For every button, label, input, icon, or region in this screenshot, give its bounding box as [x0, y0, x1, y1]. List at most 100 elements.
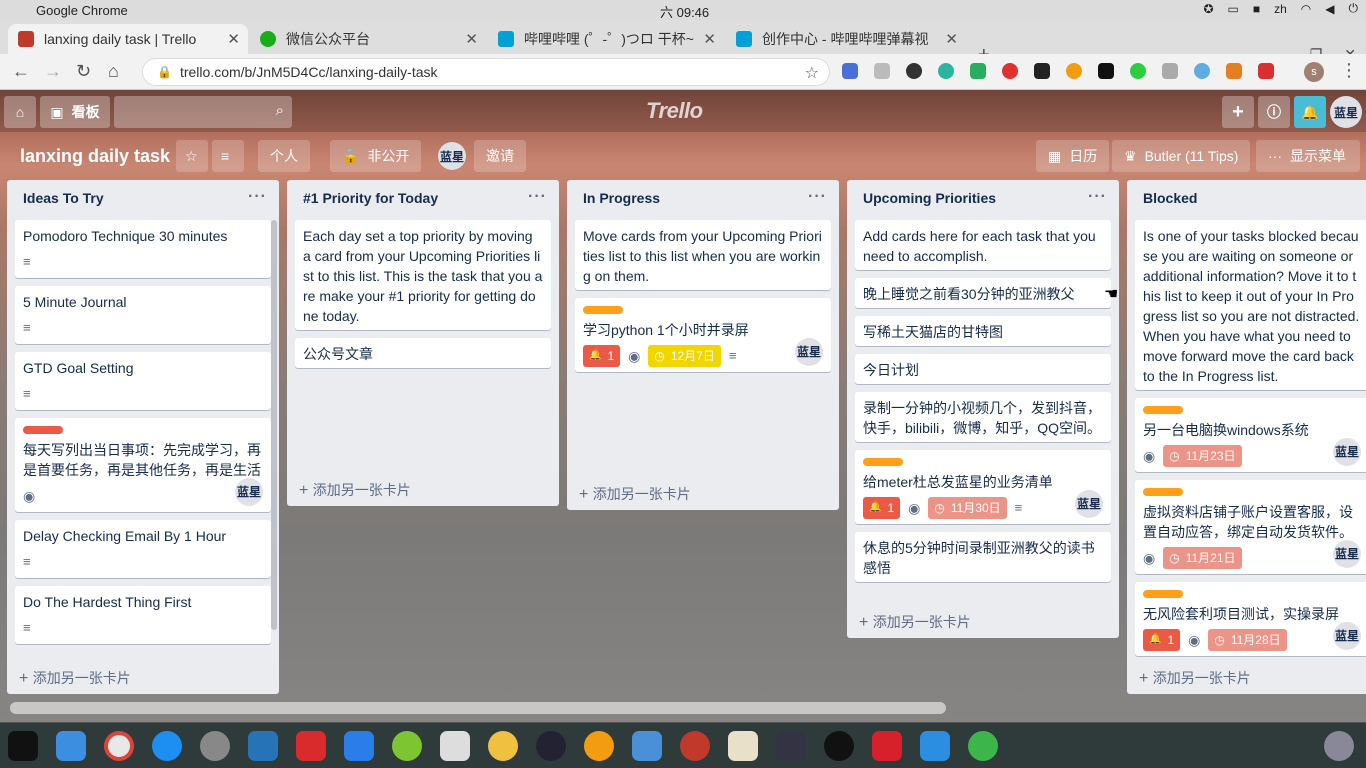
obs-icon[interactable] — [824, 731, 854, 761]
card-title[interactable]: Delay Checking Email By 1 Hour — [23, 526, 263, 546]
card-label[interactable] — [23, 426, 63, 434]
close-tab-icon[interactable]: ✕ — [703, 30, 716, 48]
card-member-avatar[interactable]: 蓝星 — [1333, 438, 1361, 466]
card[interactable]: 无风险套利项目测试，实操录屏 🔔 1 ◉ ◷ 11月28日 蓝星 — [1135, 582, 1366, 656]
list[interactable]: #1 Priority for Today ··· Each day set a t… — [287, 180, 559, 506]
add-card-button[interactable]: + 添加另一张卡片 — [7, 660, 279, 694]
card-title[interactable]: 每天写列出当日事项：先完成学习，再是首要任务，再是其他任务，再是生活 — [23, 440, 263, 480]
lock-icon[interactable]: 🔒 — [157, 65, 172, 79]
openai-extension-icon[interactable] — [938, 63, 954, 79]
due-date-badge[interactable]: ◷ 11月23日 — [1163, 445, 1242, 467]
list-header[interactable]: In Progress ··· — [567, 180, 839, 220]
add-card-button[interactable]: + 添加另一张卡片 — [567, 476, 839, 510]
card-title[interactable]: Move cards from your Upcoming Priorities… — [583, 226, 823, 286]
list[interactable]: In Progress ··· Move cards from your Upcom… — [567, 180, 839, 510]
card-title[interactable]: Do The Hardest Thing First — [23, 592, 263, 612]
bookmark-star-icon[interactable]: ☆ — [805, 63, 819, 83]
adblock-extension-icon[interactable] — [1002, 63, 1018, 79]
search-icon[interactable]: ⌕ — [276, 102, 284, 119]
tool-icon[interactable] — [920, 731, 950, 761]
chrome-icon[interactable] — [104, 731, 134, 761]
home-icon[interactable]: ⌂ — [108, 61, 119, 82]
dark-extension-icon[interactable] — [1034, 63, 1050, 79]
card-title[interactable]: 5 Minute Journal — [23, 292, 263, 312]
m-extension-icon[interactable] — [906, 63, 922, 79]
card-label[interactable] — [863, 458, 903, 466]
app-store-icon[interactable] — [152, 731, 182, 761]
card[interactable]: 晚上睡觉之前看30分钟的亚洲教父 — [855, 278, 1111, 308]
list-title[interactable]: #1 Priority for Today — [303, 190, 438, 206]
user-avatar[interactable]: 蓝星 — [1330, 96, 1362, 128]
card-title[interactable]: 今日计划 — [863, 360, 1103, 380]
media-player-icon[interactable] — [584, 731, 614, 761]
translate-extension-icon[interactable] — [842, 63, 858, 79]
card-member-avatar[interactable]: 蓝星 — [1075, 490, 1103, 518]
forward-arrow-icon[interactable]: → — [44, 61, 62, 82]
volume-icon[interactable]: ◀ — [1325, 2, 1334, 16]
card-label[interactable] — [1143, 590, 1183, 598]
star-board-button[interactable]: ☆ — [176, 140, 208, 172]
card-title[interactable]: 虚拟资料店铺子账户设置客服，设置自动应答，绑定自动发货软件。 — [1143, 502, 1361, 542]
tab-bilibili[interactable]: 哔哩哔哩 (゜-゜)つロ 干杯~ ✕ — [488, 24, 724, 54]
card[interactable]: Is one of your tasks blocked because you… — [1135, 220, 1366, 390]
calendar-app-icon[interactable] — [440, 731, 470, 761]
back-arrow-icon[interactable]: ← — [12, 61, 30, 82]
screen-recorder-icon[interactable] — [536, 731, 566, 761]
card-title[interactable]: 晚上睡觉之前看30分钟的亚洲教父 — [863, 284, 1103, 304]
search-input[interactable]: ⌕ — [114, 96, 292, 128]
card-member-avatar[interactable]: 蓝星 — [1333, 622, 1361, 650]
red-extension-icon[interactable] — [1258, 63, 1274, 79]
board-title[interactable]: lanxing daily task — [12, 140, 178, 172]
list-header[interactable]: #1 Priority for Today ··· — [287, 180, 559, 220]
card[interactable]: Move cards from your Upcoming Priorities… — [575, 220, 831, 290]
tab-trello[interactable]: lanxing daily task | Trello ✕ — [8, 24, 248, 54]
list-menu-icon[interactable]: ··· — [248, 188, 267, 206]
notifications-button[interactable]: 🔔 — [1294, 96, 1326, 128]
tab-wechat[interactable]: 微信公众平台 ✕ — [250, 24, 486, 54]
chrome-extension-icon[interactable] — [1066, 63, 1082, 79]
card-title[interactable]: 无风险套利项目测试，实操录屏 — [1143, 604, 1361, 624]
list-scrollbar[interactable] — [271, 220, 277, 630]
due-date-badge[interactable]: ◷ 12月7日 — [648, 345, 721, 367]
wechat-app-icon[interactable] — [968, 731, 998, 761]
card[interactable]: Each day set a top priority by moving a … — [295, 220, 551, 330]
card[interactable]: 给meter杜总发蓝星的业务清单 🔔 1 ◉ ◷ 11月30日 ≡ 蓝星 — [855, 450, 1111, 524]
create-button[interactable]: + — [1222, 96, 1254, 128]
system-clock[interactable]: 六 09:46 — [660, 2, 709, 21]
camera-icon[interactable]: ■ — [1253, 2, 1260, 16]
close-tab-icon[interactable]: ✕ — [945, 30, 958, 48]
wifi-icon[interactable]: ◠ — [1301, 2, 1311, 16]
horizontal-scrollbar[interactable] — [10, 702, 946, 714]
netease-music-icon[interactable] — [296, 731, 326, 761]
list-menu-icon[interactable]: ··· — [808, 188, 827, 206]
notification-badge[interactable]: 🔔 1 — [1143, 629, 1181, 651]
notification-badge[interactable]: 🔔 1 — [863, 497, 901, 519]
card[interactable]: GTD Goal Setting ≡ — [15, 352, 271, 410]
list-title[interactable]: Ideas To Try — [23, 190, 104, 206]
card-title[interactable]: 录制一分钟的小视频几个，发到抖音，快手，bilibili，微博，知乎，QQ空间。 — [863, 398, 1103, 438]
reload-icon[interactable]: ↻ — [76, 61, 91, 82]
card[interactable]: Add cards here for each task that you ne… — [855, 220, 1111, 270]
board-member-avatar[interactable]: 蓝星 — [438, 142, 466, 170]
card[interactable]: Do The Hardest Thing First ≡ — [15, 586, 271, 644]
card[interactable]: Pomodoro Technique 30 minutes ≡ — [15, 220, 271, 278]
sync-app-icon[interactable] — [344, 731, 374, 761]
show-menu-button[interactable]: ··· 显示菜单 — [1256, 140, 1360, 172]
list-title[interactable]: In Progress — [583, 190, 660, 206]
calendar-button[interactable]: ▦ 日历 — [1036, 140, 1110, 172]
card-label[interactable] — [1143, 488, 1183, 496]
photos-icon[interactable] — [488, 731, 518, 761]
card[interactable]: 另一台电脑换windows系统 ◉ ◷ 11月23日 蓝星 — [1135, 398, 1366, 472]
due-date-badge[interactable]: ◷ 11月21日 — [1163, 547, 1242, 569]
camera-extension-icon[interactable] — [1162, 63, 1178, 79]
list-header[interactable]: Ideas To Try ··· — [7, 180, 279, 220]
card[interactable]: 虚拟资料店铺子账户设置客服，设置自动应答，绑定自动发货软件。 ◉ ◷ 11月21日 蓝星 — [1135, 480, 1366, 574]
card-title[interactable]: 休息的5分钟时间录制亚洲教父的读书感悟 — [863, 538, 1103, 578]
card-member-avatar[interactable]: 蓝星 — [1333, 540, 1361, 568]
card-title[interactable]: 学习python 1个小时并录屏 — [583, 320, 823, 340]
profile-avatar[interactable]: s — [1304, 62, 1324, 82]
tab-bilibili-creator[interactable]: 创作中心 - 哔哩哔哩弹幕视 ✕ — [726, 24, 966, 54]
address-bar[interactable]: 🔒 trello.com/b/JnM5D4Cc/lanxing-daily-ta… — [142, 58, 830, 86]
editor-icon[interactable] — [632, 731, 662, 761]
card-title[interactable]: 写稀土天猫店的甘特图 — [863, 322, 1103, 342]
